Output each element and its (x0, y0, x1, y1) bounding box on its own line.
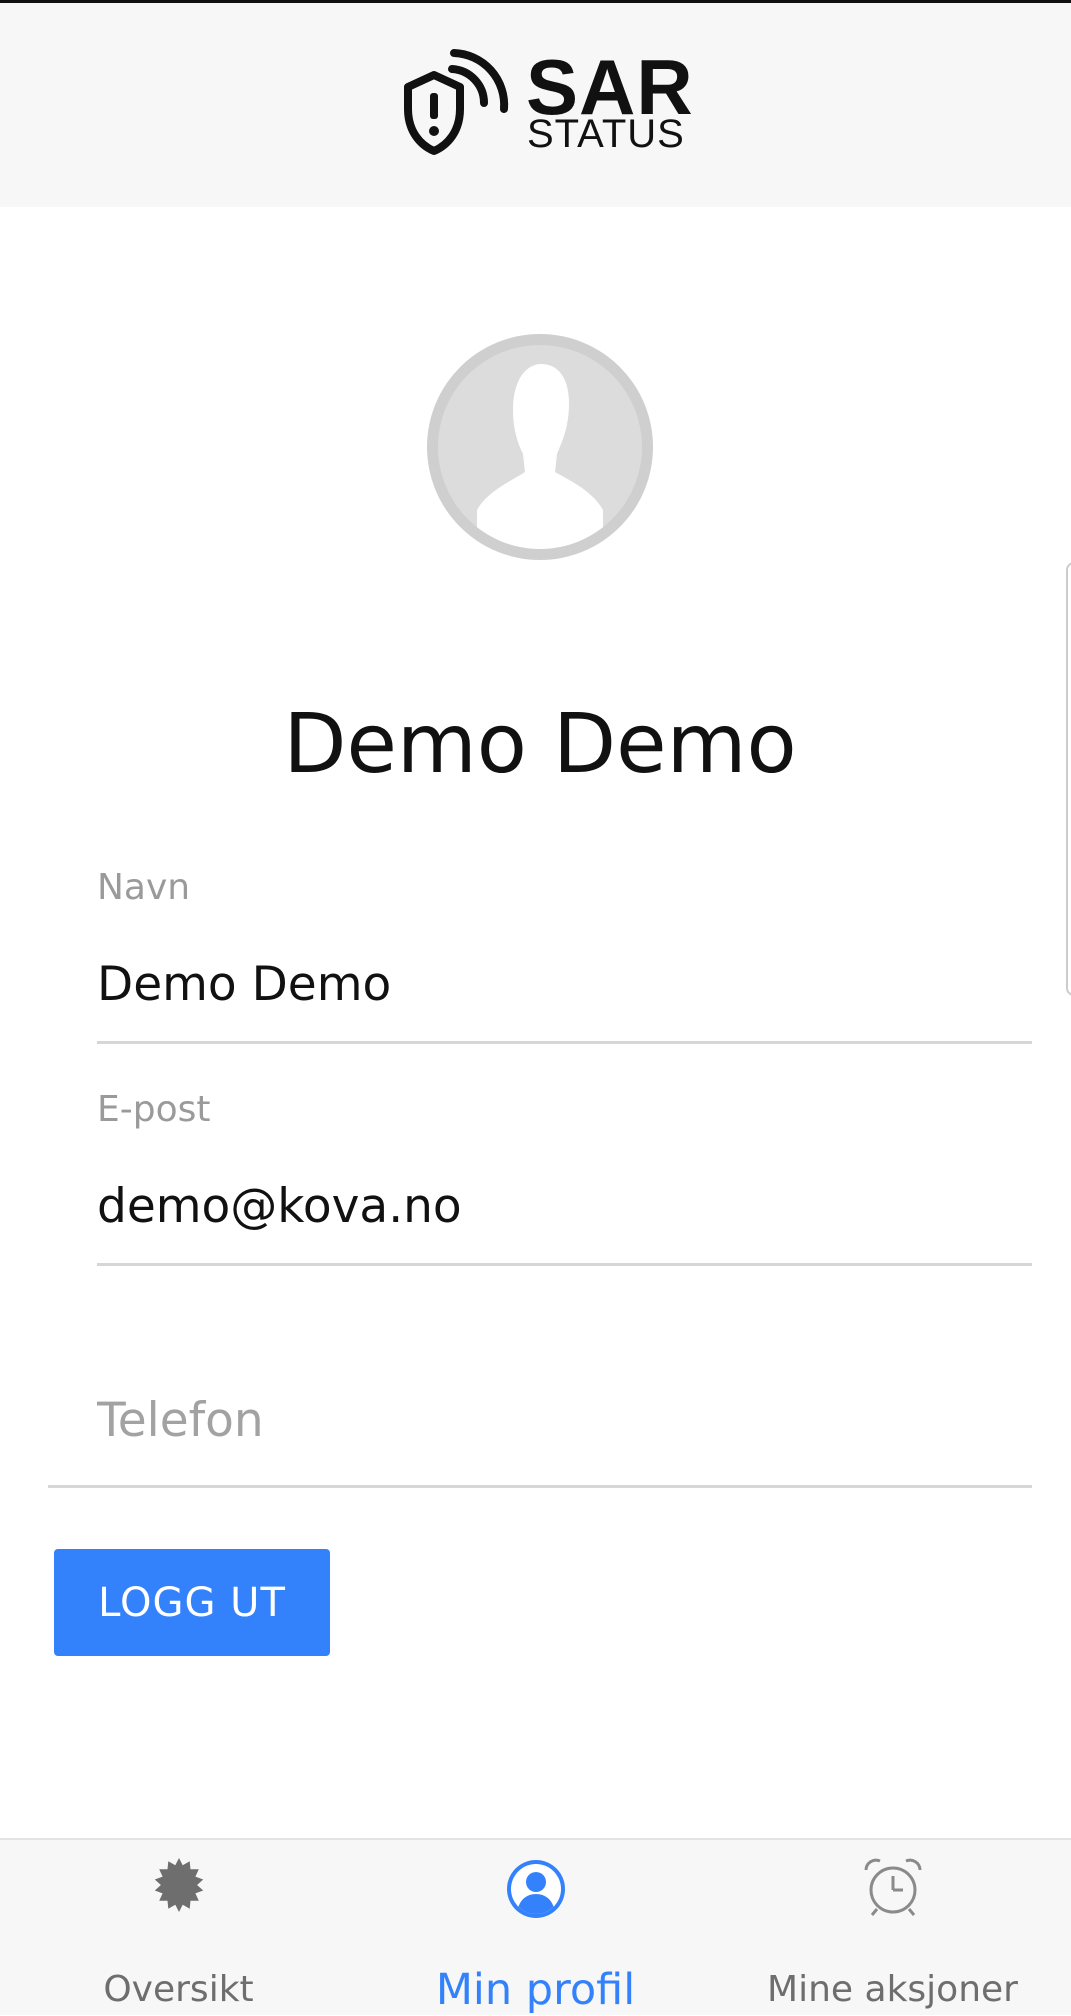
nav-item-min-profil[interactable]: Min profil (357, 1840, 714, 2015)
logout-button[interactable]: LOGG UT (54, 1549, 330, 1656)
phone-field-underline (48, 1485, 1032, 1488)
nav-label-oversikt: Oversikt (103, 1969, 254, 2010)
email-field-label: E-post (97, 1089, 211, 1130)
phone-field[interactable] (97, 1385, 1027, 1455)
name-field[interactable]: Demo Demo (97, 955, 391, 1015)
email-field[interactable]: demo@kova.no (97, 1177, 462, 1237)
profile-name-heading: Demo Demo (283, 697, 797, 792)
app-header: SAR STATUS (0, 3, 1071, 207)
user-silhouette-icon (427, 334, 653, 560)
nav-item-mine-aksjoner[interactable]: Mine aksjoner (714, 1840, 1071, 2015)
bottom-navigation: Oversikt Min profil Mine aksjoner (0, 1838, 1071, 2015)
shield-signal-icon (404, 49, 509, 155)
name-field-underline (97, 1041, 1032, 1044)
nav-label-mine-aksjoner: Mine aksjoner (767, 1969, 1018, 2010)
name-field-label: Navn (97, 867, 191, 908)
logo-status-text: STATUS (527, 112, 685, 156)
alarm-clock-icon (864, 1858, 921, 1916)
nav-label-min-profil: Min profil (435, 1965, 636, 2015)
user-circle-icon (506, 1860, 565, 1918)
avatar (417, 324, 663, 570)
email-field-underline (97, 1263, 1032, 1266)
gear-icon (154, 1858, 203, 1912)
sar-status-logo: SAR STATUS (400, 47, 693, 159)
nav-item-oversikt[interactable]: Oversikt (0, 1840, 357, 2015)
